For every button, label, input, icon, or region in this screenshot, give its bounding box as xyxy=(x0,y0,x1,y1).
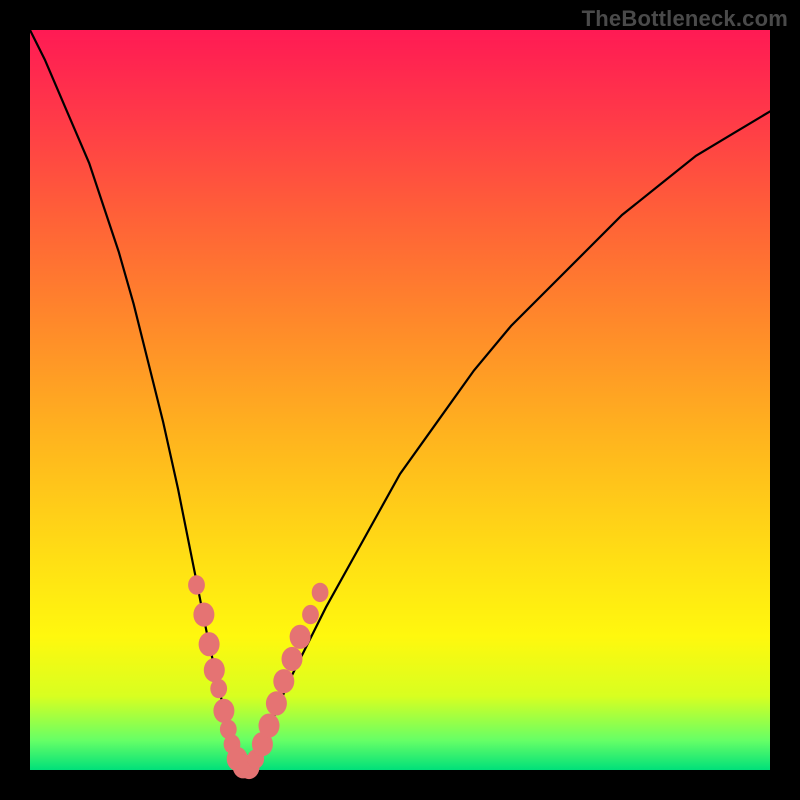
watermark-text: TheBottleneck.com xyxy=(582,6,788,32)
curve-marker xyxy=(210,679,227,698)
curve-marker xyxy=(312,583,329,602)
curve-marker xyxy=(199,632,220,656)
curve-marker xyxy=(193,603,214,627)
curve-marker xyxy=(302,605,319,624)
curve-marker xyxy=(282,647,303,671)
curve-marker xyxy=(266,691,287,715)
curve-marker xyxy=(213,699,234,723)
bottleneck-curve xyxy=(30,30,770,770)
curve-marker xyxy=(259,714,280,738)
curve-marker xyxy=(290,625,311,649)
chart-overlay xyxy=(0,0,800,800)
curve-marker xyxy=(204,658,225,682)
curve-markers xyxy=(188,575,328,779)
curve-marker xyxy=(188,575,205,594)
curve-marker xyxy=(273,669,294,693)
